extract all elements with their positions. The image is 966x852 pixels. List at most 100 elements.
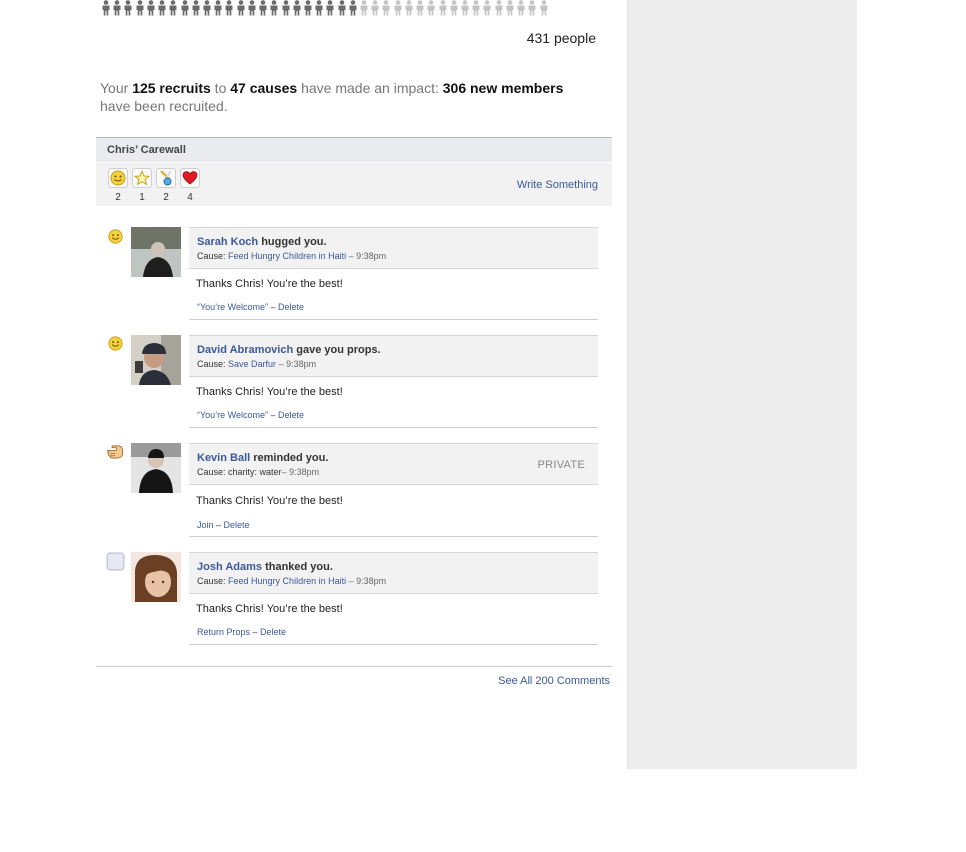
post-message: Thanks Chris! You’re the best! [196, 386, 343, 398]
avatar-photo [131, 443, 181, 493]
person-figure-icon [101, 0, 111, 16]
person-figure-icon [505, 0, 515, 16]
avatar-photo [131, 335, 181, 385]
post-cause-link[interactable]: Feed Hungry Children in Haiti [228, 251, 346, 261]
post-author-link[interactable]: Sarah Koch [197, 236, 258, 248]
private-badge: PRIVATE [537, 459, 585, 471]
post-message: Thanks Chris! You’re the best! [196, 278, 343, 290]
people-count: 431 people [526, 30, 596, 46]
right-sidebar [627, 0, 857, 769]
avatar-photo [131, 227, 181, 277]
person-figure-icon [471, 0, 481, 16]
person-figure-icon [258, 0, 268, 16]
post-divider [189, 427, 598, 428]
person-figure-icon [135, 0, 145, 16]
person-figure-icon [527, 0, 537, 16]
person-figure-icon [236, 0, 246, 16]
person-figure-icon [202, 0, 212, 16]
delete-link[interactable]: Delete [278, 410, 304, 420]
avatar[interactable] [131, 335, 181, 385]
person-figure-icon [146, 0, 156, 16]
heart-badge[interactable] [180, 168, 200, 188]
person-figure-icon [348, 0, 358, 16]
person-figure-icon [516, 0, 526, 16]
person-figure-icon [494, 0, 504, 16]
heart-badge-count: 4 [187, 192, 193, 203]
footer-divider [96, 666, 612, 667]
pointing-hand-icon [107, 445, 124, 459]
person-figure-icon [359, 0, 369, 16]
avatar[interactable] [131, 552, 181, 602]
person-figure-icon [112, 0, 122, 16]
post-time: – 9:38pm [281, 467, 320, 477]
ribbon-badge[interactable] [156, 168, 176, 188]
blank-square-icon [106, 552, 125, 571]
person-figure-icon [404, 0, 414, 16]
carewall-post: Sarah Koch hugged you. Cause: Feed Hungr… [106, 227, 598, 320]
person-figure-icon [415, 0, 425, 16]
post-header: Josh Adams thanked you. Cause: Feed Hung… [189, 552, 598, 594]
post-message: Thanks Chris! You’re the best! [196, 603, 343, 615]
ribbon-badge-count: 2 [163, 192, 169, 203]
post-divider [189, 536, 598, 537]
youre-welcome-link[interactable]: “You’re Welcome” [197, 410, 268, 420]
star-badge[interactable] [132, 168, 152, 188]
smiley-icon [108, 229, 123, 244]
person-figure-icon [157, 0, 167, 16]
person-figure-icon [438, 0, 448, 16]
delete-link[interactable]: Delete [260, 627, 286, 637]
person-figure-icon [325, 0, 335, 16]
person-figure-icon [539, 0, 549, 16]
person-figure-icon [292, 0, 302, 16]
see-all-comments-link[interactable]: See All 200 Comments [400, 675, 610, 687]
youre-welcome-link[interactable]: “You’re Welcome” [197, 302, 268, 312]
post-cause-text: charity: water [228, 467, 282, 477]
recruits-count: 125 recruits [132, 80, 211, 96]
person-figure-icon [449, 0, 459, 16]
impact-summary: Your 125 recruits to 47 causes have made… [100, 80, 564, 114]
person-figure-icon [281, 0, 291, 16]
person-figure-icon [247, 0, 257, 16]
post-author-link[interactable]: Kevin Ball [197, 452, 250, 464]
post-header: David Abramovich gave you props. Cause: … [189, 335, 598, 377]
heart-icon [182, 171, 198, 185]
person-figure-icon [314, 0, 324, 16]
write-something-link[interactable]: Write Something [517, 179, 598, 191]
person-figure-icon [303, 0, 313, 16]
causes-count: 47 causes [230, 80, 298, 96]
avatar[interactable] [131, 443, 181, 493]
person-figure-icon [180, 0, 190, 16]
person-figure-icon [370, 0, 380, 16]
person-figure-icon [337, 0, 347, 16]
carewall-header: Chris’ Carewall [96, 137, 612, 162]
avatar[interactable] [131, 227, 181, 277]
post-author-link[interactable]: David Abramovich [197, 344, 293, 356]
person-figure-icon [224, 0, 234, 16]
star-badge-count: 1 [139, 192, 145, 203]
smiley-badge-count: 2 [115, 192, 121, 203]
new-members-count: 306 new members [442, 80, 564, 96]
post-cause-link[interactable]: Feed Hungry Children in Haiti [228, 576, 346, 586]
delete-link[interactable]: Delete [278, 302, 304, 312]
return-props-link[interactable]: Return Props [197, 627, 250, 637]
smiley-icon [110, 170, 126, 186]
carewall-title: Chris’ Carewall [107, 144, 186, 156]
person-figure-icon [123, 0, 133, 16]
person-figure-icon [168, 0, 178, 16]
carewall-post: David Abramovich gave you props. Cause: … [106, 335, 598, 428]
ribbon-medal-icon [160, 170, 172, 186]
carewall-post: Josh Adams thanked you. Cause: Feed Hung… [106, 552, 598, 645]
post-header: Kevin Ball reminded you. Cause: charity:… [189, 443, 598, 485]
carewall-badge-bar: 2 1 2 4 Write Something [96, 163, 612, 206]
smiley-badge[interactable] [108, 168, 128, 188]
join-link[interactable]: Join [197, 520, 214, 530]
post-cause-link[interactable]: Save Darfur [228, 359, 276, 369]
post-time: – 9:38pm [346, 251, 387, 261]
people-strip [101, 0, 583, 16]
smiley-icon [108, 336, 123, 351]
delete-link[interactable]: Delete [224, 520, 250, 530]
post-divider [189, 644, 598, 645]
post-author-link[interactable]: Josh Adams [197, 561, 262, 573]
person-figure-icon [460, 0, 470, 16]
person-figure-icon [269, 0, 279, 16]
